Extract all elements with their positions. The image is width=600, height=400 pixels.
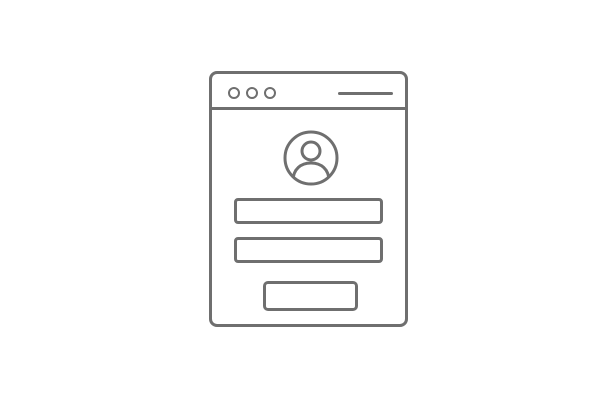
username-field[interactable]	[234, 198, 383, 224]
window-dot-minimize[interactable]	[246, 87, 258, 99]
window-dot-close[interactable]	[228, 87, 240, 99]
title-bar	[212, 74, 405, 110]
canvas	[0, 0, 600, 400]
user-avatar-icon	[282, 129, 340, 187]
login-button[interactable]	[263, 281, 358, 311]
password-field[interactable]	[234, 237, 383, 263]
login-window	[209, 71, 408, 327]
title-line-icon	[338, 92, 393, 95]
window-dot-maximize[interactable]	[264, 87, 276, 99]
